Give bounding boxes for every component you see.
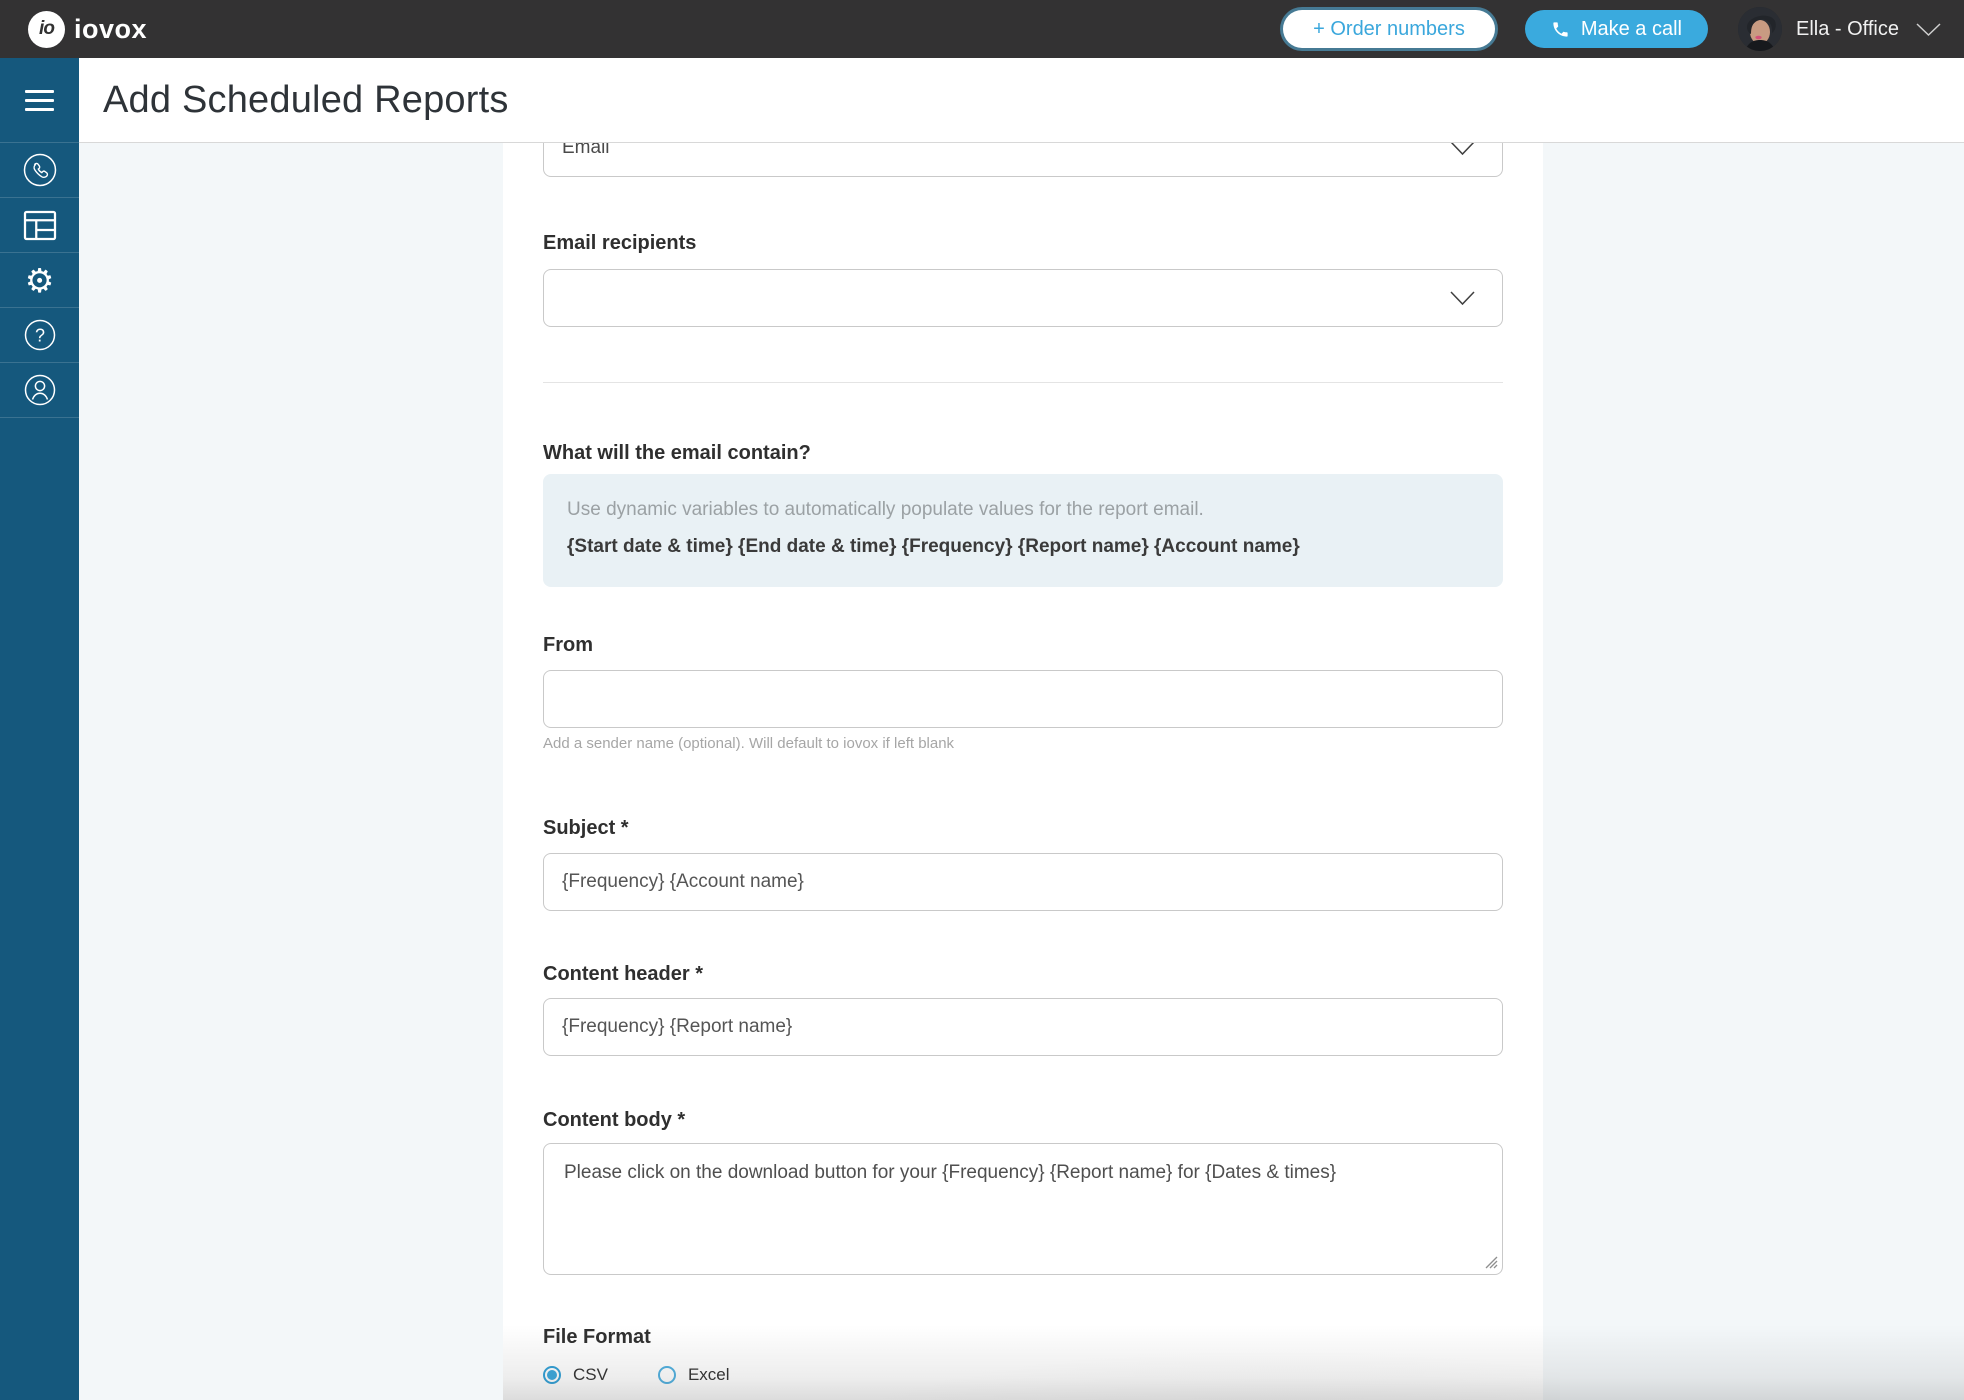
content-body-textarea[interactable] [543, 1143, 1503, 1275]
help-icon: ? [22, 317, 58, 353]
menu-icon [25, 89, 54, 111]
profile-icon [22, 372, 58, 408]
radio-button-excel[interactable] [657, 1366, 676, 1384]
dynamic-variables-list: {Start date & time} {End date & time} {F… [567, 536, 1300, 557]
sidebar-item-menu[interactable] [0, 58, 79, 143]
file-format-options: CSV Excel [543, 1365, 1503, 1385]
radio-option-excel[interactable]: Excel [657, 1365, 730, 1385]
phone-handset-icon [1551, 20, 1570, 39]
user-name[interactable]: Ella - Office [1796, 18, 1899, 41]
make-a-call-label: Make a call [1580, 17, 1682, 40]
delivery-method-value: Email [562, 143, 610, 158]
content-body-wrap [543, 1143, 1503, 1275]
content-header-input-wrap [543, 998, 1503, 1056]
order-numbers-button[interactable]: + Order numbers [1283, 10, 1495, 48]
section-divider [543, 382, 1503, 383]
sidebar-item-calls[interactable] [0, 143, 79, 198]
subject-input[interactable] [562, 871, 1484, 893]
from-input-wrap [543, 670, 1503, 728]
content-header-label: Content header * [543, 963, 704, 985]
radio-label-csv: CSV [573, 1365, 608, 1384]
sidebar-item-profile[interactable] [0, 363, 79, 418]
delivery-method-select[interactable]: Email [543, 143, 1503, 177]
sidebar-item-settings[interactable]: ⚙ [0, 253, 79, 308]
chevron-down-icon [1449, 290, 1476, 306]
chevron-down-icon [1449, 143, 1476, 156]
brand-name: iovox [74, 13, 148, 44]
settings-gear-icon: ⚙ [24, 260, 55, 300]
make-a-call-button[interactable]: Make a call [1524, 10, 1708, 48]
page-header: Add Scheduled Reports [79, 58, 1964, 143]
order-numbers-label: + Order numbers [1313, 17, 1465, 40]
iovox-logo-icon: io [28, 10, 65, 48]
sidebar-item-help[interactable]: ? [0, 308, 79, 363]
top-bar: io iovox + Order numbers Make a call Ell… [0, 0, 1964, 58]
resize-handle-icon[interactable] [1483, 1254, 1498, 1269]
user-menu-chevron-down-icon[interactable] [1915, 22, 1942, 37]
email-recipients-select[interactable] [543, 269, 1503, 327]
dynamic-variables-info-box: Use dynamic variables to automatically p… [543, 474, 1503, 587]
email-recipients-label: Email recipients [543, 232, 697, 254]
from-input[interactable] [562, 688, 1484, 710]
dashboard-icon [22, 209, 58, 242]
file-format-label: File Format [543, 1326, 651, 1348]
from-label: From [543, 634, 593, 656]
radio-label-excel: Excel [687, 1365, 730, 1384]
dynamic-variables-hint: Use dynamic variables to automatically p… [567, 499, 1204, 520]
page-title: Add Scheduled Reports [103, 78, 509, 121]
svg-text:?: ? [34, 326, 44, 346]
scheduled-report-form: Email Email recipients What will the ema… [503, 143, 1543, 1400]
radio-option-csv[interactable]: CSV [543, 1365, 608, 1385]
sidebar-nav: ⚙ ? [0, 58, 79, 1400]
content-body-label: Content body * [543, 1109, 686, 1131]
subject-label: Subject * [543, 817, 629, 839]
sidebar-item-dashboard[interactable] [0, 198, 79, 253]
content-header-input[interactable] [562, 1016, 1484, 1038]
from-helper-text: Add a sender name (optional). Will defau… [543, 735, 955, 752]
email-contain-heading: What will the email contain? [543, 442, 811, 464]
logo-monogram: io [39, 18, 55, 39]
radio-button-csv[interactable] [543, 1366, 561, 1384]
user-avatar[interactable] [1738, 7, 1782, 51]
phone-icon [21, 151, 59, 189]
subject-input-wrap [543, 853, 1503, 911]
iovox-logo[interactable]: io iovox [28, 10, 148, 48]
